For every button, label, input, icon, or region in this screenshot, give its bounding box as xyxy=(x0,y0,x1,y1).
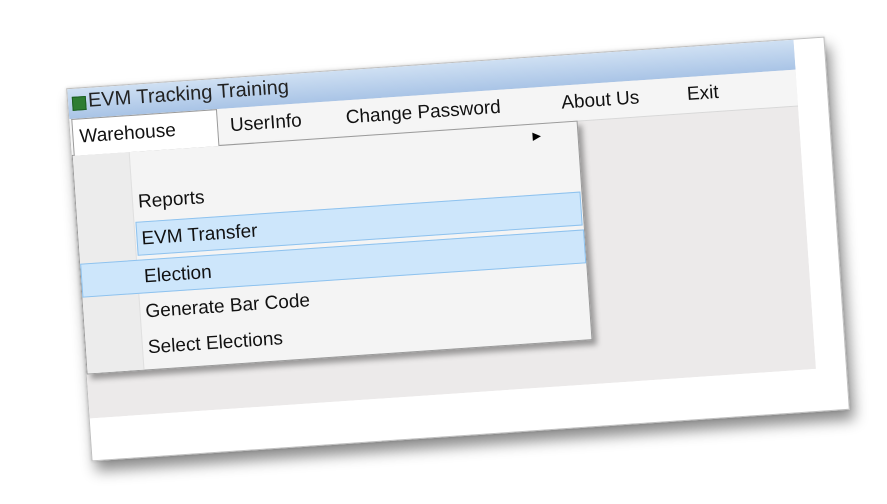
menu-userinfo[interactable]: UserInfo xyxy=(229,103,303,144)
menu-item-label: EVM Transfer xyxy=(140,220,259,250)
menu-item-label: Election xyxy=(143,261,213,288)
screenshot-frame: EVM Tracking Training Warehouse UserInfo… xyxy=(66,36,850,462)
menu-item-label: Reports xyxy=(137,187,206,213)
app-icon xyxy=(71,95,87,111)
warehouse-dropdown: ▶ Reports EVM Transfer Election Generate… xyxy=(71,120,593,375)
menu-about-us[interactable]: About Us xyxy=(560,80,640,121)
menu-exit[interactable]: Exit xyxy=(686,75,720,113)
submenu-arrow-icon: ▶ xyxy=(532,130,542,143)
application-window: EVM Tracking Training Warehouse UserInfo… xyxy=(67,39,816,419)
menu-item-label: Select Elections xyxy=(147,328,284,359)
